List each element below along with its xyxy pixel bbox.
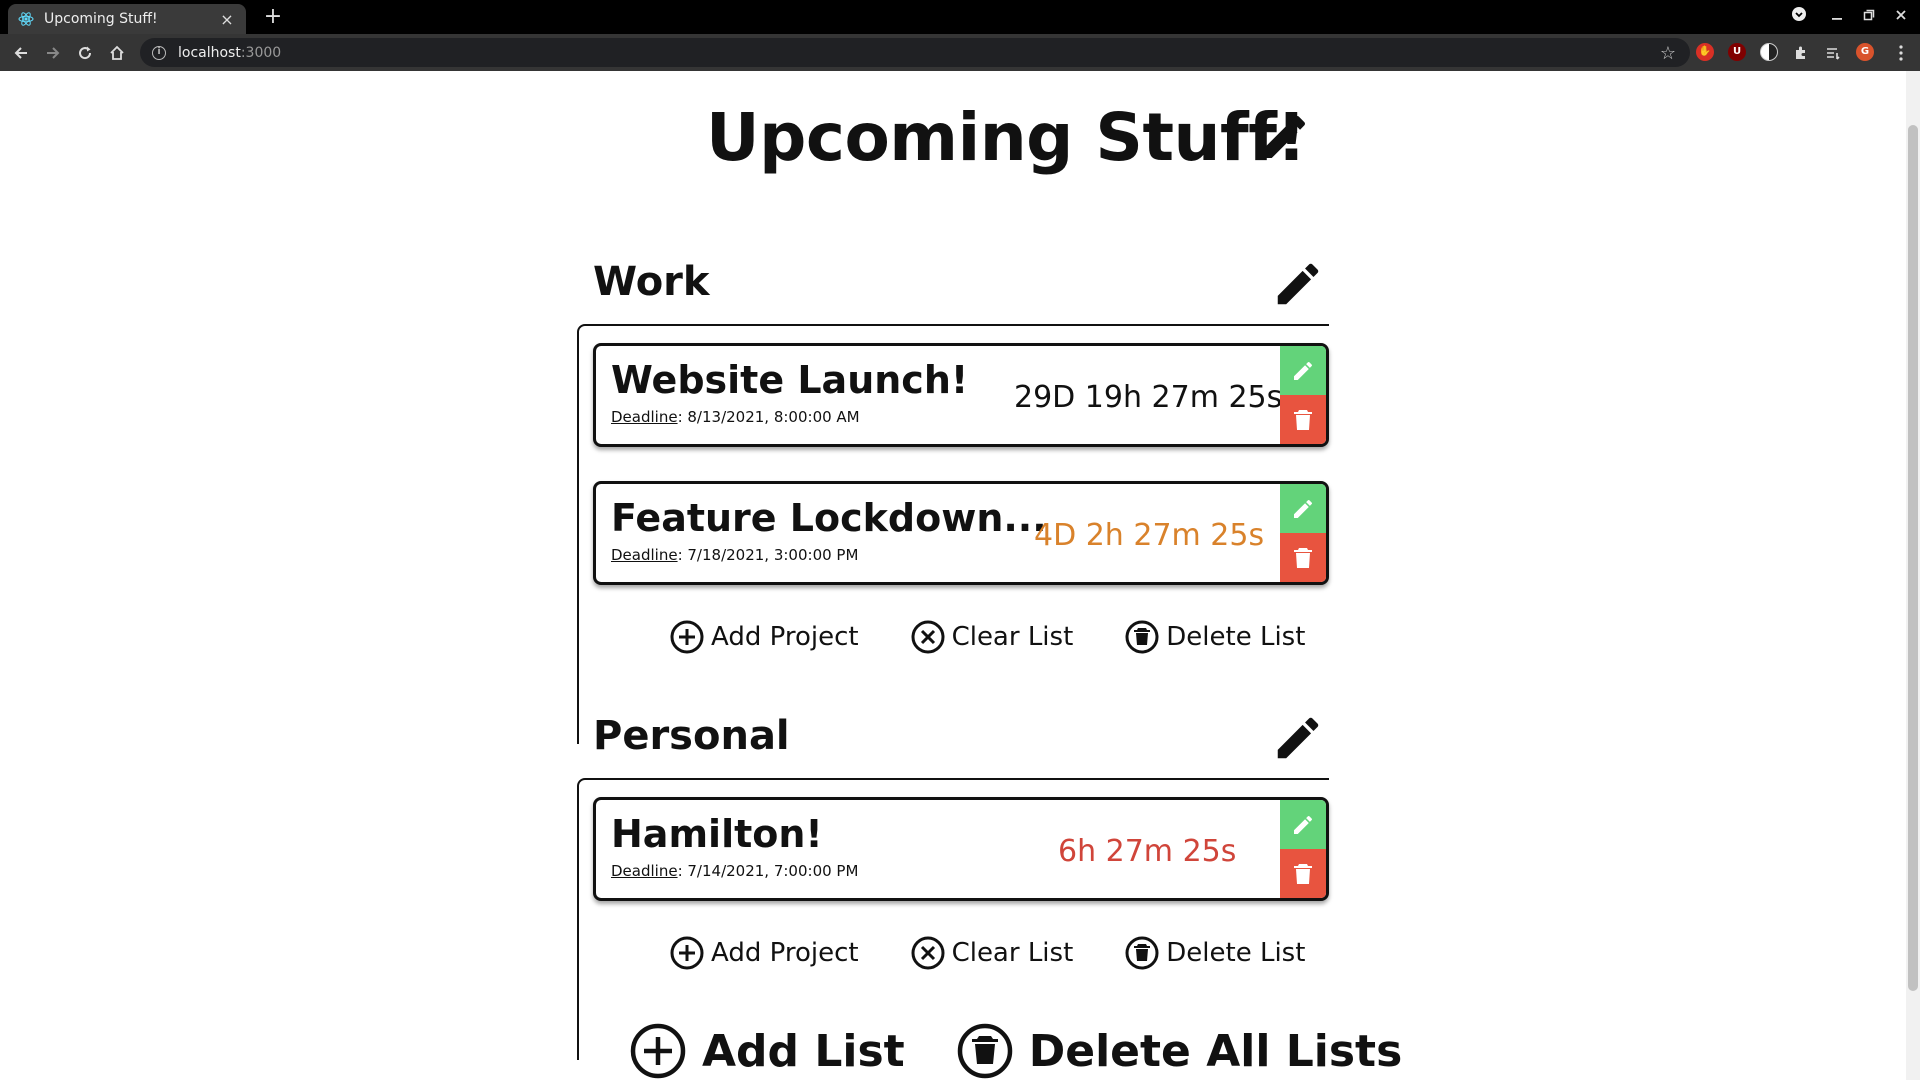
browser-menu-icon[interactable]: [1888, 40, 1914, 66]
page-title: Upcoming Stuff!: [706, 99, 1307, 176]
list-header-personal: Personal: [593, 713, 1329, 773]
deadline-label: Deadline: [611, 546, 678, 564]
clear-list-button[interactable]: Clear List: [911, 936, 1074, 970]
clear-list-label: Clear List: [951, 622, 1074, 652]
clear-list-label: Clear List: [951, 938, 1074, 968]
add-project-button[interactable]: Add Project: [670, 936, 859, 970]
delete-project-button[interactable]: [1280, 533, 1326, 582]
project-deadline: Deadline: 7/14/2021, 7:00:00 PM: [611, 862, 858, 880]
new-tab-button[interactable]: +: [260, 4, 286, 30]
deadline-value: : 7/14/2021, 7:00:00 PM: [677, 862, 859, 880]
trash-icon: [1294, 863, 1312, 884]
profile-avatar[interactable]: G: [1856, 43, 1874, 61]
deadline-value: : 7/18/2021, 3:00:00 PM: [677, 546, 859, 564]
x-circle-icon: [911, 620, 945, 654]
tab-close-icon[interactable]: ×: [218, 10, 236, 29]
deadline-label: Deadline: [611, 862, 678, 880]
site-info-icon[interactable]: i: [152, 45, 166, 60]
delete-project-button[interactable]: [1280, 395, 1326, 444]
trash-circle-icon: [957, 1023, 1012, 1079]
card-actions: [1280, 484, 1326, 582]
deadline-value: : 8/13/2021, 8:00:00 AM: [677, 408, 860, 426]
reload-icon[interactable]: [72, 40, 98, 66]
add-list-label: Add List: [702, 1025, 905, 1077]
edit-list-pencil-icon[interactable]: [1271, 257, 1325, 311]
global-actions: Add List Delete All Lists: [630, 1021, 1454, 1080]
forward-icon[interactable]: [40, 40, 66, 66]
edit-title-pencil-icon[interactable]: [1256, 109, 1312, 165]
extensions-puzzle-icon[interactable]: [1788, 40, 1814, 66]
project-name: Feature Lockdown...: [611, 496, 1047, 540]
card-actions: [1280, 800, 1326, 898]
minimize-icon[interactable]: [1826, 6, 1848, 28]
trash-icon: [1294, 409, 1312, 430]
pencil-icon: [1294, 815, 1313, 834]
edit-project-button[interactable]: [1280, 346, 1326, 395]
page-content: Upcoming Stuff! Work Website Launch! Dea…: [0, 71, 1920, 1080]
card-actions: [1280, 346, 1326, 444]
delete-all-lists-label: Delete All Lists: [1028, 1025, 1403, 1077]
trash-circle-icon: [1125, 620, 1159, 654]
delete-project-button[interactable]: [1280, 849, 1326, 898]
delete-list-label: Delete List: [1166, 938, 1306, 968]
react-favicon-icon: [18, 12, 34, 26]
trash-circle-icon: [1125, 936, 1159, 970]
url-host: localhost: [178, 44, 241, 61]
project-name: Hamilton!: [611, 812, 823, 856]
list-title: Personal: [593, 713, 790, 759]
pencil-icon: [1294, 499, 1313, 518]
add-project-label: Add Project: [711, 622, 859, 652]
add-project-label: Add Project: [711, 938, 859, 968]
pencil-icon: [1294, 361, 1313, 380]
x-circle-icon: [911, 936, 945, 970]
browser-toolbar: i localhost:3000 ☆ ✋ U G: [0, 34, 1920, 71]
profile-menu-icon[interactable]: [1788, 6, 1810, 28]
countdown-timer: 6h 27m 25s: [1058, 834, 1237, 869]
list-actions-work: Add Project Clear List Delete List: [670, 617, 1357, 657]
browser-tab[interactable]: Upcoming Stuff! ×: [8, 4, 246, 34]
add-project-button[interactable]: Add Project: [670, 620, 859, 654]
delete-all-lists-button[interactable]: Delete All Lists: [957, 1023, 1403, 1079]
delete-list-button[interactable]: Delete List: [1125, 620, 1305, 654]
ublock-icon[interactable]: U: [1728, 43, 1746, 61]
bookmark-star-icon[interactable]: ☆: [1660, 43, 1676, 64]
url-port: :3000: [240, 44, 282, 61]
delete-list-button[interactable]: Delete List: [1125, 936, 1305, 970]
countdown-timer: 4D 2h 27m 25s: [1034, 518, 1265, 553]
reading-list-icon[interactable]: [1820, 40, 1846, 66]
project-card: Feature Lockdown... Deadline: 7/18/2021,…: [593, 481, 1329, 585]
extension-red-hand-icon[interactable]: ✋: [1696, 43, 1714, 61]
address-bar[interactable]: i localhost:3000 ☆: [140, 38, 1690, 67]
plus-circle-icon: [670, 620, 704, 654]
restore-icon[interactable]: [1858, 6, 1880, 28]
add-list-button[interactable]: Add List: [630, 1023, 905, 1079]
list-title: Work: [593, 259, 710, 305]
list-actions-personal: Add Project Clear List Delete List: [670, 933, 1357, 973]
countdown-timer: 29D 19h 27m 25s: [1014, 380, 1283, 415]
tab-strip: Upcoming Stuff! × +: [0, 0, 1920, 34]
edit-list-pencil-icon[interactable]: [1271, 711, 1325, 765]
home-icon[interactable]: [104, 40, 130, 66]
plus-circle-icon: [630, 1023, 686, 1079]
tab-title: Upcoming Stuff!: [44, 11, 158, 27]
trash-icon: [1294, 547, 1312, 568]
list-header-work: Work: [593, 259, 1329, 319]
page-scrollbar[interactable]: [1906, 71, 1920, 1080]
clear-list-button[interactable]: Clear List: [911, 620, 1074, 654]
dark-reader-icon[interactable]: [1760, 43, 1778, 61]
project-name: Website Launch!: [611, 358, 969, 402]
project-deadline: Deadline: 7/18/2021, 3:00:00 PM: [611, 546, 858, 564]
edit-project-button[interactable]: [1280, 484, 1326, 533]
plus-circle-icon: [670, 936, 704, 970]
deadline-label: Deadline: [611, 408, 678, 426]
scrollbar-thumb[interactable]: [1908, 125, 1918, 991]
edit-project-button[interactable]: [1280, 800, 1326, 849]
project-deadline: Deadline: 8/13/2021, 8:00:00 AM: [611, 408, 860, 426]
project-card: Website Launch! Deadline: 8/13/2021, 8:0…: [593, 343, 1329, 447]
back-icon[interactable]: [8, 40, 34, 66]
browser-chrome: Upcoming Stuff! × + i localhost:3000 ☆ …: [0, 0, 1920, 71]
close-window-icon[interactable]: [1890, 6, 1912, 28]
project-card: Hamilton! Deadline: 7/14/2021, 7:00:00 P…: [593, 797, 1329, 901]
delete-list-label: Delete List: [1166, 622, 1306, 652]
